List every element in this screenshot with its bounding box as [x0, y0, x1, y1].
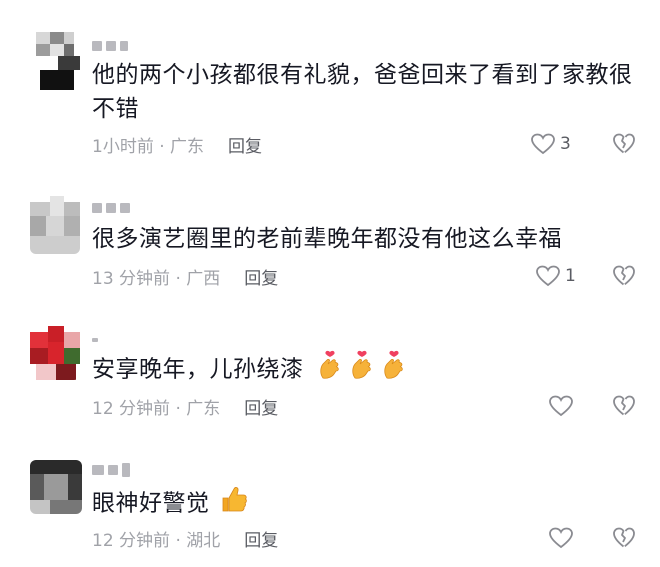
heart-outline-icon: [549, 527, 573, 549]
heart-outline-icon: [549, 395, 573, 417]
comment-content: 眼神好警觉: [92, 484, 637, 524]
dislike-button[interactable]: [612, 394, 636, 418]
reply-button[interactable]: 回复: [244, 394, 278, 419]
avatar[interactable]: [30, 460, 82, 514]
dislike-button[interactable]: [612, 132, 636, 156]
reply-button[interactable]: 回复: [244, 526, 278, 551]
avatar[interactable]: [30, 32, 80, 90]
broken-heart-icon: [613, 265, 635, 286]
time-location: 12 分钟前 · 广东: [92, 398, 221, 419]
dislike-button[interactable]: [612, 526, 636, 550]
like-button[interactable]: 3: [530, 132, 576, 156]
avatar[interactable]: [30, 326, 80, 380]
comment-meta: 13 分钟前 · 广西 回复: [92, 264, 278, 289]
time-location: 1小时前 · 广东: [92, 136, 205, 157]
comment-content-line: 不错: [92, 96, 139, 122]
comment-content-line: 他的两个小孩都很有礼貌，爸爸回来了看到了家教很: [92, 62, 633, 88]
comment-meta: 12 分钟前 · 湖北 回复: [92, 526, 278, 551]
username-masked[interactable]: [92, 463, 130, 477]
comment-content: 他的两个小孩都很有礼貌，爸爸回来了看到了家教很 不错: [92, 58, 637, 126]
like-button[interactable]: [548, 526, 574, 550]
broken-heart-icon: [613, 133, 635, 154]
finger-heart-emoji: [317, 350, 343, 390]
username-masked[interactable]: [92, 334, 98, 346]
comment-list: 他的两个小孩都很有礼貌，爸爸回来了看到了家教很 不错 1小时前 · 广东 回复 …: [0, 0, 660, 567]
dislike-button[interactable]: [612, 264, 636, 288]
like-button[interactable]: 1: [535, 264, 581, 288]
time-location: 12 分钟前 · 湖北: [92, 530, 221, 551]
like-button[interactable]: [548, 394, 574, 418]
like-count: 3: [560, 134, 571, 154]
broken-heart-icon: [613, 395, 635, 416]
comment-text: 眼神好警觉: [92, 490, 210, 517]
comment-content: 安享晚年，儿孙绕漆: [92, 350, 637, 390]
comment-meta: 1小时前 · 广东 回复: [92, 132, 262, 157]
heart-outline-icon: [536, 265, 560, 287]
like-count: 1: [565, 266, 576, 286]
comment-content: 很多演艺圈里的老前辈晚年都没有他这么幸福: [92, 226, 562, 252]
comment-meta: 12 分钟前 · 广东 回复: [92, 394, 278, 419]
time-location: 13 分钟前 · 广西: [92, 268, 221, 289]
thumbs-up-emoji: [219, 484, 249, 524]
reply-button[interactable]: 回复: [228, 132, 262, 157]
comment-text: 安享晚年，儿孙绕漆: [92, 356, 304, 383]
broken-heart-icon: [613, 527, 635, 548]
finger-heart-emoji: [349, 350, 375, 390]
username-masked[interactable]: [92, 202, 130, 214]
finger-heart-emoji: [381, 350, 407, 390]
reply-button[interactable]: 回复: [244, 264, 278, 289]
username-masked[interactable]: [92, 40, 128, 52]
heart-outline-icon: [531, 133, 555, 155]
avatar[interactable]: [30, 196, 80, 254]
